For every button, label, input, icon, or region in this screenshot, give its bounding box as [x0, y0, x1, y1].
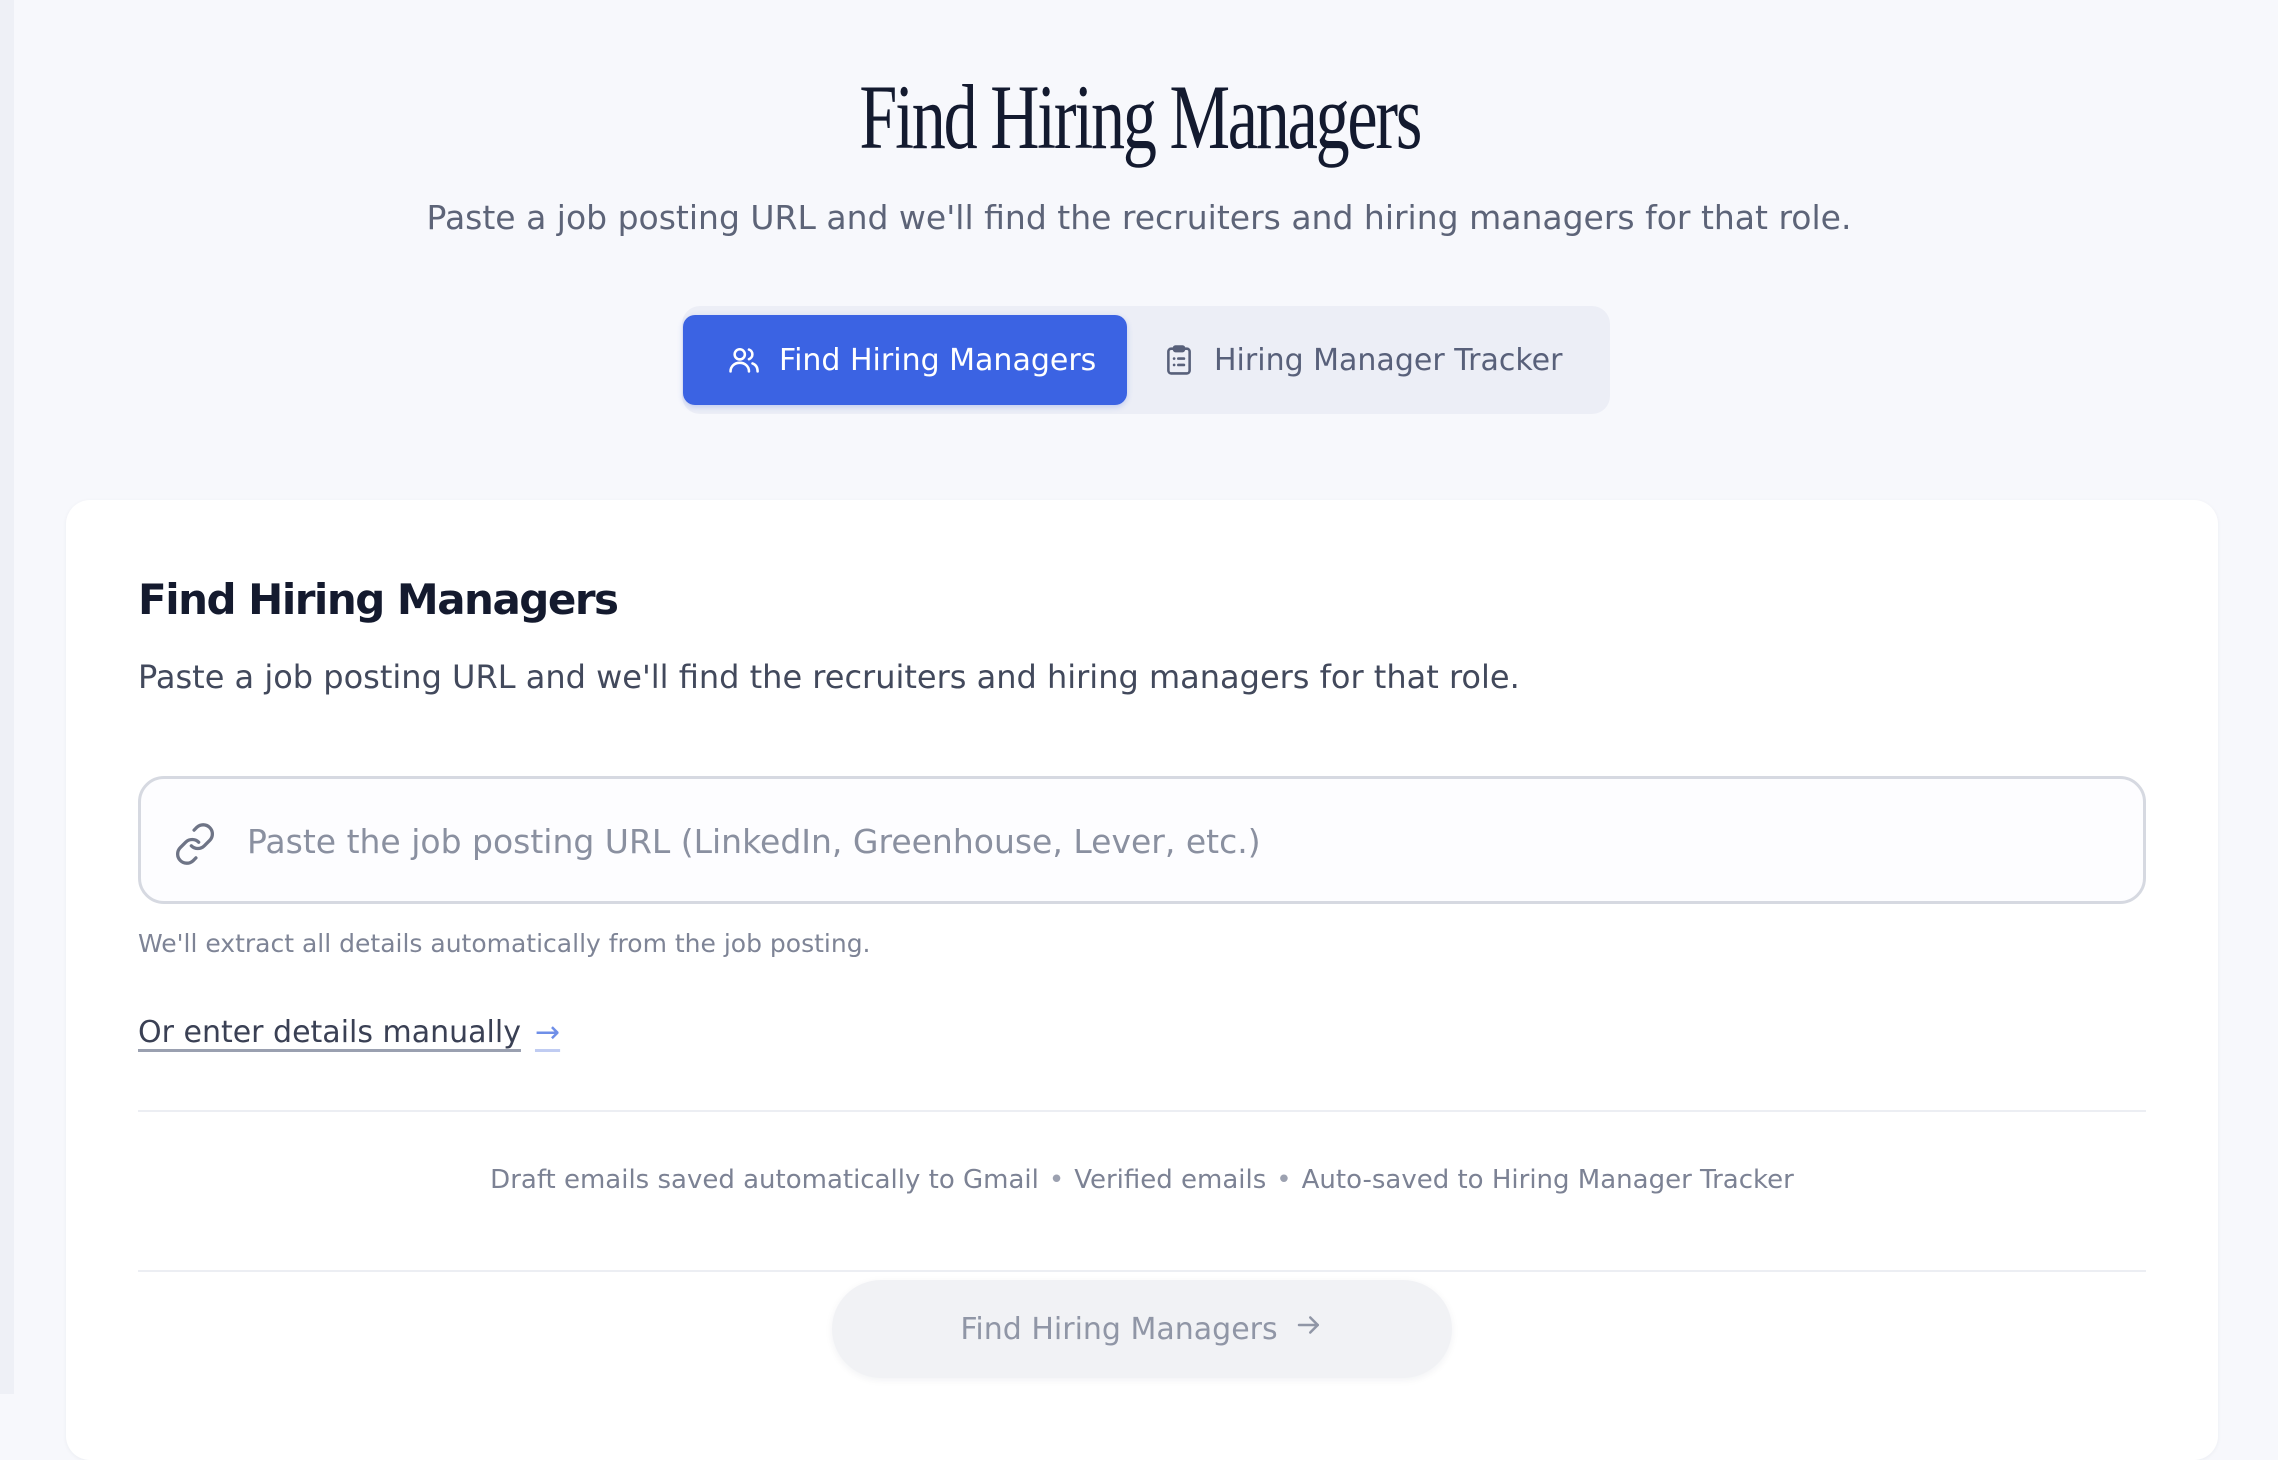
arrow-right-icon — [1278, 1310, 1324, 1348]
card-subtitle: Paste a job posting URL and we'll find t… — [138, 658, 1520, 696]
feature-item: Auto-saved to Hiring Manager Tracker — [1301, 1165, 1794, 1195]
clipboard-list-icon — [1162, 343, 1214, 377]
separator: • — [1276, 1165, 1292, 1195]
tab-find-hiring-managers[interactable]: Find Hiring Managers — [683, 315, 1127, 405]
submit-button-label: Find Hiring Managers — [960, 1311, 1278, 1347]
page-subtitle: Paste a job posting URL and we'll find t… — [426, 198, 1852, 237]
enter-details-manually-link[interactable]: Or enter details manually → — [138, 1010, 560, 1056]
arrow-right-icon: → — [534, 1015, 561, 1050]
card-title: Find Hiring Managers — [138, 575, 619, 624]
divider — [138, 1270, 2146, 1272]
feature-item: Verified emails — [1074, 1165, 1267, 1195]
separator: • — [1048, 1165, 1065, 1195]
tab-hiring-manager-tracker[interactable]: Hiring Manager Tracker — [1162, 315, 1602, 405]
find-managers-card: Find Hiring Managers Paste a job posting… — [66, 500, 2218, 1460]
find-hiring-managers-button[interactable]: Find Hiring Managers — [832, 1280, 1452, 1378]
tab-label: Find Hiring Managers — [779, 342, 1097, 378]
tab-label: Hiring Manager Tracker — [1214, 342, 1563, 378]
features-line: Draft emails saved automatically to Gmai… — [66, 1158, 2218, 1202]
divider — [138, 1110, 2146, 1112]
url-input-container — [138, 776, 2146, 904]
page-title: Find Hiring Managers — [859, 66, 1422, 168]
helper-text: We'll extract all details automatically … — [138, 929, 871, 958]
job-url-input[interactable] — [245, 779, 2129, 903]
tab-bar: Find Hiring Managers Hiring Manager Trac… — [682, 306, 1610, 414]
feature-item: Draft emails saved automatically to Gmai… — [490, 1165, 1039, 1195]
users-icon — [727, 343, 779, 377]
page: Find Hiring Managers Paste a job posting… — [0, 0, 2278, 1460]
manual-link-label: Or enter details manually — [138, 1015, 521, 1050]
